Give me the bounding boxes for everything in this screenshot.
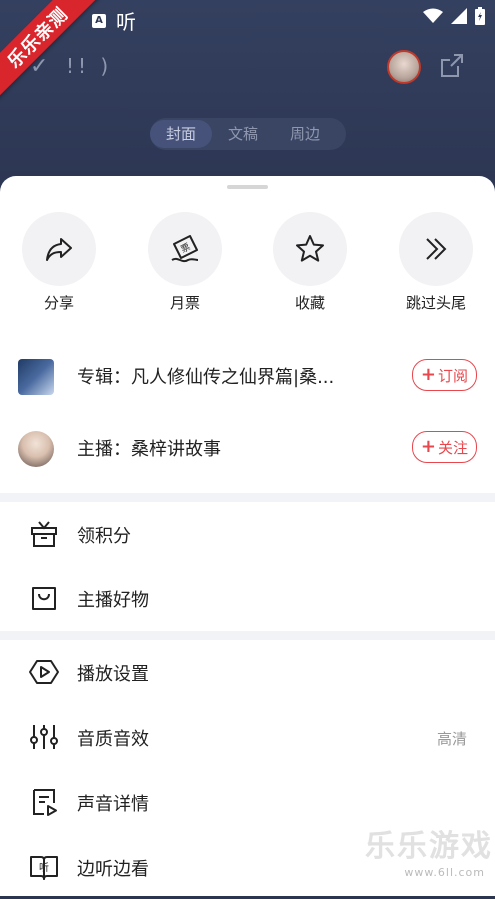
tab-transcript[interactable]: 文稿 [212, 120, 274, 148]
svg-text:听: 听 [39, 862, 49, 874]
menu-item-playback-settings[interactable]: 播放设置 [0, 640, 495, 704]
favorite-label: 收藏 [294, 294, 325, 312]
menu-item-earn-points[interactable]: 领积分 [0, 502, 495, 566]
header-text: !! ) [66, 54, 113, 78]
skip-intro-outro-action[interactable]: 跳过头尾 [381, 212, 491, 313]
host-avatar [18, 431, 54, 467]
share-arrow-icon [46, 238, 72, 261]
plus-icon: + [420, 436, 436, 457]
battery-icon [475, 7, 485, 25]
monthly-ticket-icon: 票 [171, 235, 199, 263]
menu-item-sound-quality[interactable]: 音质音效 高清 [0, 705, 495, 769]
menu-label: 声音详情 [77, 794, 149, 815]
quick-actions: 分享 票 月票 收藏 跳过头尾 [0, 212, 495, 312]
menu-label: 边听边看 [77, 859, 149, 880]
follow-label: 关注 [437, 438, 468, 457]
skip-intro-outro-label: 跳过头尾 [405, 294, 466, 312]
section-divider [0, 631, 495, 640]
skip-double-chevron-icon [426, 238, 447, 260]
section-divider [0, 493, 495, 502]
menu-label: 播放设置 [77, 664, 149, 685]
status-a-icon: A [92, 13, 106, 28]
bottom-sheet: 分享 票 月票 收藏 跳过头尾 专辑：凡人修仙传之仙界篇|桑... + 订阅 主… [0, 176, 495, 896]
play-settings-icon [29, 660, 59, 684]
signal-icon [451, 8, 467, 24]
menu-item-host-goods[interactable]: 主播好物 [0, 566, 495, 630]
menu-label: 音质音效 [77, 729, 149, 750]
subscribe-button[interactable]: + 订阅 [411, 359, 477, 391]
equalizer-icon [30, 725, 58, 749]
monthly-ticket-action[interactable]: 票 月票 [130, 212, 240, 313]
sheet-handle[interactable] [227, 185, 268, 189]
share-action[interactable]: 分享 [4, 212, 114, 313]
listen-read-icon: 听 [30, 856, 58, 880]
host-avatar-top[interactable] [387, 50, 421, 84]
share-label: 分享 [43, 294, 74, 312]
watermark-url: www.6ll.com [404, 866, 485, 879]
status-ting-icon: 听 [116, 10, 136, 34]
album-row[interactable]: 专辑：凡人修仙传之仙界篇|桑... + 订阅 [0, 347, 495, 407]
subscribe-label: 订阅 [437, 366, 468, 385]
monthly-ticket-label: 月票 [169, 294, 200, 312]
album-title: 专辑：凡人修仙传之仙界篇|桑... [77, 367, 335, 388]
menu-label: 主播好物 [77, 590, 149, 611]
shopping-bag-icon [32, 587, 56, 610]
host-name: 主播：桑梓讲故事 [77, 439, 221, 460]
gift-icon [31, 521, 57, 547]
plus-icon: + [420, 364, 436, 385]
player-header: ✓ !! ) [0, 48, 495, 88]
wifi-icon [423, 8, 443, 23]
share-top-icon[interactable] [438, 52, 466, 80]
star-icon [296, 235, 324, 262]
sound-quality-value: 高清 [436, 730, 467, 748]
document-play-icon [33, 789, 57, 816]
follow-button[interactable]: + 关注 [411, 431, 477, 463]
watermark-text: 乐乐游戏 [365, 829, 493, 864]
content-tabs: 封面 文稿 周边 [150, 118, 346, 150]
favorite-action[interactable]: 收藏 [255, 212, 365, 313]
album-cover-thumbnail [18, 359, 54, 395]
host-row[interactable]: 主播：桑梓讲故事 + 关注 [0, 419, 495, 479]
tab-cover[interactable]: 封面 [150, 120, 213, 148]
tab-merch[interactable]: 周边 [274, 120, 336, 148]
menu-label: 领积分 [77, 526, 131, 547]
